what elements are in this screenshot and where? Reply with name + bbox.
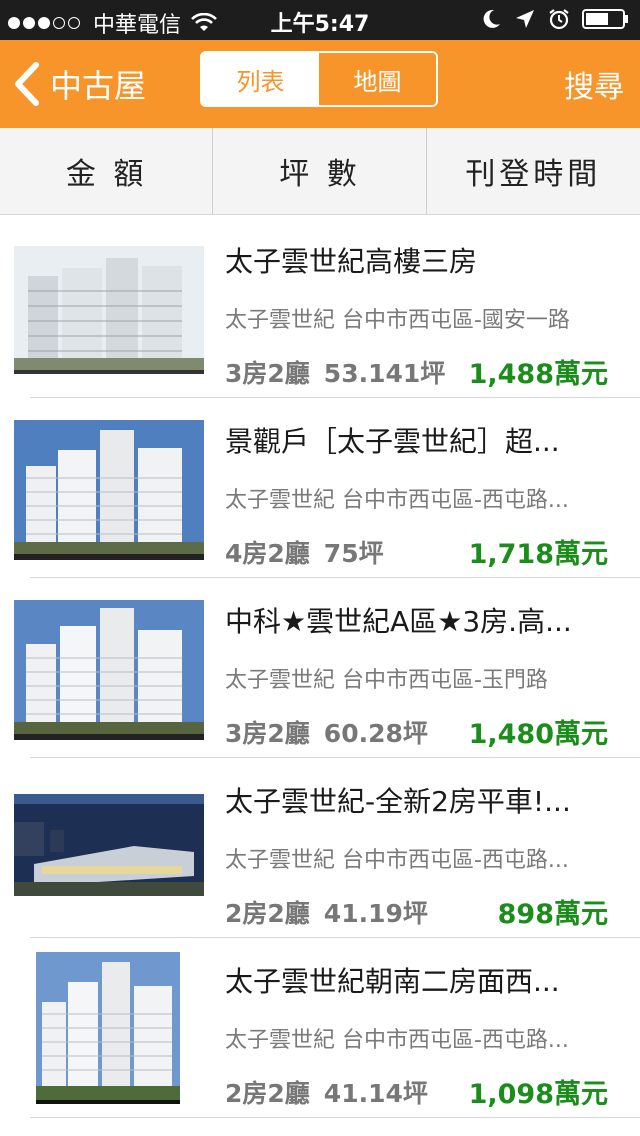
listing-address: 太子雲世紀 台中市西屯區-西屯路... — [225, 488, 569, 513]
listing-address: 太子雲世紀 台中市西屯區-西屯路... — [225, 1028, 569, 1053]
listing-address: 太子雲世紀 台中市西屯區-國安一路 — [225, 308, 570, 333]
view-segmented-control: 列表 地圖 — [200, 51, 438, 107]
listing-rooms: 2房2廳 — [225, 899, 310, 928]
list-item[interactable]: 太子雲世紀朝南二房面西... 太子雲世紀 台中市西屯區-西屯路... 2房2廳 4… — [0, 938, 640, 1118]
segment-list[interactable]: 列表 — [202, 53, 319, 105]
location-arrow-icon — [516, 10, 534, 28]
battery-icon — [582, 9, 628, 29]
listing-specs: 3房2廳 60.28坪 — [225, 714, 428, 750]
listing-photo — [14, 420, 204, 560]
listing-size: 41.19坪 — [323, 899, 428, 928]
listing-list: 太子雲世紀高樓三房 太子雲世紀 台中市西屯區-國安一路 3房2廳 53.141坪 … — [0, 218, 640, 1118]
sort-by-area[interactable]: 坪 數 — [213, 128, 427, 214]
list-item[interactable]: 太子雲世紀-全新2房平車!... 太子雲世紀 台中市西屯區-西屯路... 2房2… — [0, 758, 640, 938]
list-item[interactable]: 景觀戶［太子雲世紀］超... 太子雲世紀 台中市西屯區-西屯路... 4房2廳 7… — [0, 398, 640, 578]
search-button[interactable]: 搜尋 — [564, 62, 624, 106]
back-button[interactable]: 中古屋 — [12, 58, 146, 110]
listing-rooms: 3房2廳 — [225, 719, 310, 748]
sort-by-date[interactable]: 刊登時間 — [427, 128, 640, 214]
listing-size: 53.141坪 — [323, 359, 446, 388]
listing-size: 75坪 — [323, 539, 384, 568]
listing-specs: 2房2廳 41.19坪 — [225, 894, 428, 930]
chevron-left-icon — [15, 62, 39, 106]
listing-title: 景觀戶［太子雲世紀］超... — [225, 425, 560, 458]
list-item[interactable]: 太子雲世紀高樓三房 太子雲世紀 台中市西屯區-國安一路 3房2廳 53.141坪 … — [0, 218, 640, 398]
listing-price: 1,480萬元 — [468, 719, 608, 750]
listing-rooms: 3房2廳 — [225, 359, 310, 388]
listing-photo — [14, 600, 204, 740]
listing-title: 中科★雲世紀A區★3房.高... — [225, 605, 572, 638]
listing-address: 太子雲世紀 台中市西屯區-玉門路 — [225, 668, 548, 693]
navigation-bar: 中古屋 列表 地圖 搜尋 — [0, 40, 640, 128]
list-item[interactable]: 中科★雲世紀A區★3房.高... 太子雲世紀 台中市西屯區-玉門路 3房2廳 60… — [0, 578, 640, 758]
listing-photo — [14, 246, 204, 374]
listing-title: 太子雲世紀朝南二房面西... — [225, 965, 560, 998]
listing-size: 60.28坪 — [323, 719, 428, 748]
listing-specs: 3房2廳 53.141坪 — [225, 354, 445, 390]
listing-rooms: 4房2廳 — [225, 539, 310, 568]
listing-price: 898萬元 — [497, 899, 608, 930]
listing-title: 太子雲世紀-全新2房平車!... — [225, 785, 571, 818]
listing-size: 41.14坪 — [323, 1079, 428, 1108]
moon-icon — [483, 9, 500, 28]
alarm-icon — [549, 9, 569, 30]
sort-bar: 金 額 坪 數 刊登時間 — [0, 128, 640, 215]
listing-photo — [36, 952, 180, 1104]
listing-price: 1,718萬元 — [468, 539, 608, 570]
listing-photo — [14, 794, 204, 902]
listing-title: 太子雲世紀高樓三房 — [225, 245, 478, 278]
listing-address: 太子雲世紀 台中市西屯區-西屯路... — [225, 848, 569, 873]
listing-price: 1,098萬元 — [468, 1079, 608, 1110]
listing-specs: 2房2廳 41.14坪 — [225, 1074, 428, 1110]
back-label: 中古屋 — [50, 67, 147, 105]
listing-rooms: 2房2廳 — [225, 1079, 310, 1108]
listing-price: 1,488萬元 — [468, 359, 608, 390]
listing-specs: 4房2廳 75坪 — [225, 534, 384, 570]
sort-by-price[interactable]: 金 額 — [0, 128, 214, 214]
segment-map[interactable]: 地圖 — [319, 53, 436, 105]
status-bar: 中華電信 上午5:47 — [0, 0, 640, 40]
